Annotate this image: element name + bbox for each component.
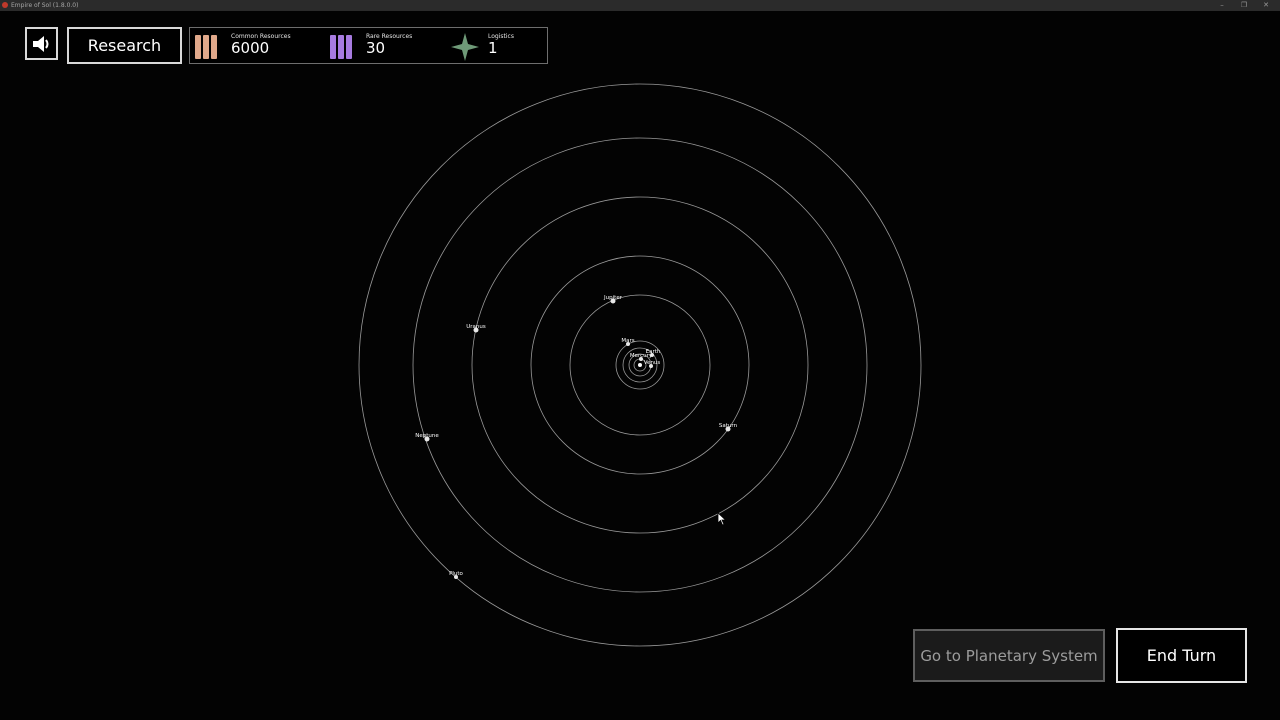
go-to-planetary-system-button[interactable]: Go to Planetary System: [913, 629, 1105, 682]
mouse-cursor-icon: [717, 512, 727, 526]
end-turn-button[interactable]: End Turn: [1116, 628, 1247, 683]
label-jupiter: Jupiter: [603, 295, 623, 301]
logistics: Logistics 1: [450, 28, 545, 63]
rare-resources-value: 30: [366, 39, 386, 57]
planets: [424, 298, 731, 579]
label-uranus: Uranus: [466, 324, 486, 330]
rare-resources-icon: [330, 35, 352, 59]
label-mars: Mars: [621, 338, 634, 344]
game-screen: Empire of Sol (1.8.0.0) – ❐ ✕ Mercury Ve…: [0, 0, 1280, 720]
label-saturn: Saturn: [719, 423, 738, 429]
resource-panel: Common Resources 6000 Rare Resources 30 …: [189, 27, 548, 64]
common-resources-icon: [195, 35, 217, 59]
rare-resources: Rare Resources 30: [330, 28, 450, 63]
solar-system-map[interactable]: Mercury Venus Earth Mars Jupiter Saturn …: [0, 0, 1280, 720]
research-button[interactable]: Research: [67, 27, 182, 64]
logistics-star-icon: [451, 33, 479, 61]
logistics-value: 1: [488, 39, 498, 57]
label-earth: Earth: [646, 349, 661, 355]
common-resources: Common Resources 6000: [195, 28, 325, 63]
sound-toggle-button[interactable]: [25, 27, 58, 60]
label-venus: Venus: [644, 360, 661, 366]
label-pluto: Pluto: [449, 571, 463, 577]
sun[interactable]: [638, 363, 642, 367]
label-neptune: Neptune: [415, 433, 439, 439]
planet-labels: Mercury Venus Earth Mars Jupiter Saturn …: [415, 295, 737, 577]
speaker-icon: [32, 35, 48, 52]
common-resources-value: 6000: [231, 39, 270, 57]
